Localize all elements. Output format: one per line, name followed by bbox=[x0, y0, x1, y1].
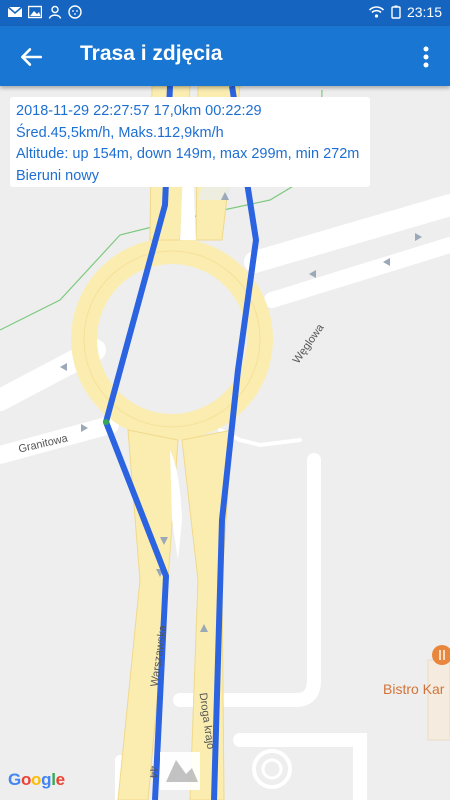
track-info-line-2: Śred.45,5km/h, Maks.112,9km/h bbox=[16, 124, 224, 141]
status-bar: 23:15 bbox=[0, 0, 450, 26]
smiley-icon bbox=[68, 5, 82, 19]
track-info-line-4: Bieruni nowy bbox=[16, 167, 100, 184]
track-info-panel: 2018-11-29 22:27:57 17,0km 00:22:29 Śred… bbox=[10, 97, 370, 187]
gallery-icon bbox=[28, 5, 42, 19]
poi-label-bistro[interactable]: Bistro Kar bbox=[383, 681, 444, 697]
app-bar: Trasa i zdjęcia bbox=[0, 26, 450, 86]
page-title: Trasa i zdjęcia bbox=[80, 42, 223, 65]
track-info-line-3: Altitude: up 154m, down 149m, max 299m, … bbox=[16, 146, 360, 162]
battery-icon bbox=[391, 5, 401, 19]
road-number-label: 44 bbox=[147, 765, 160, 779]
person-icon bbox=[48, 5, 62, 19]
clock: 23:15 bbox=[406, 4, 442, 20]
back-arrow-icon[interactable] bbox=[18, 44, 44, 70]
more-vert-icon[interactable] bbox=[414, 44, 438, 70]
gmail-icon bbox=[8, 6, 22, 17]
wifi-icon bbox=[368, 6, 385, 18]
track-info-line-1: 2018-11-29 22:27:57 17,0km 00:22:29 bbox=[16, 103, 262, 119]
google-logo: Google bbox=[8, 770, 65, 789]
